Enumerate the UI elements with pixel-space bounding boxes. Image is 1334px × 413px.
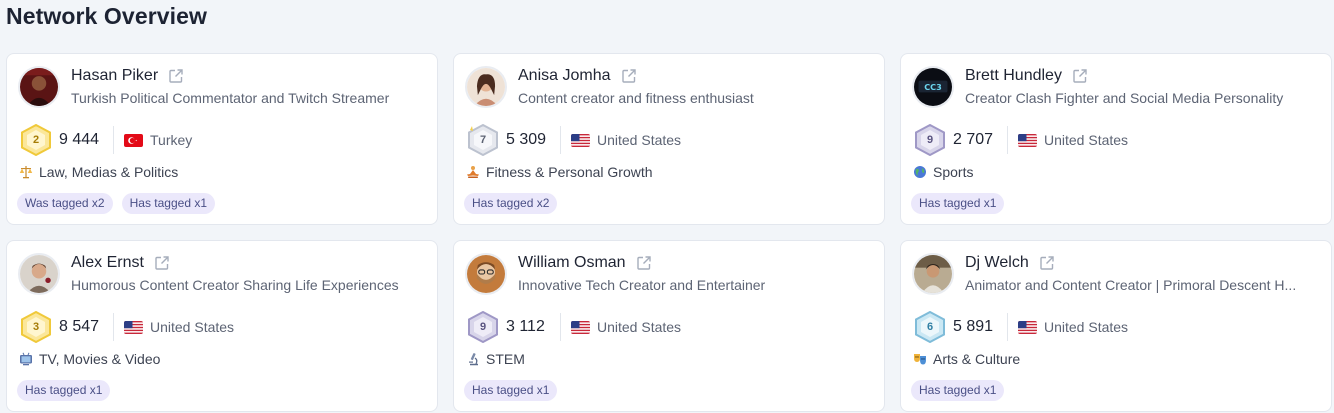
creator-description: Humorous Content Creator Sharing Life Ex… [71, 277, 399, 293]
creator-card[interactable]: William Osman Innovative Tech Creator an… [453, 240, 885, 412]
creator-name[interactable]: Hasan Piker [71, 67, 158, 85]
tag-chip: Has tagged x1 [911, 380, 1005, 401]
us-flag-icon [1018, 320, 1037, 334]
divider [113, 126, 114, 154]
creator-card[interactable]: Dj Welch Animator and Content Creator | … [900, 240, 1332, 412]
purple-rank-badge-icon: 9 [466, 311, 500, 343]
theater-masks-icon [913, 352, 927, 366]
tag-chip: Has tagged x1 [17, 380, 111, 401]
creator-description: Creator Clash Fighter and Social Media P… [965, 90, 1284, 106]
creator-name[interactable]: Brett Hundley [965, 67, 1062, 85]
divider [560, 313, 561, 341]
level-number: 9 [926, 134, 934, 146]
creator-name[interactable]: Anisa Jomha [518, 67, 611, 85]
country-name: United States [150, 319, 235, 335]
avatar[interactable] [18, 66, 60, 108]
svg-text:CC3: CC3 [924, 82, 942, 92]
follower-count: 8 547 [59, 318, 100, 335]
follower-count: 5 891 [953, 318, 994, 335]
avatar[interactable]: CC3 [912, 66, 954, 108]
creator-name[interactable]: William Osman [518, 254, 626, 272]
country-name: United States [597, 132, 682, 148]
divider [113, 313, 114, 341]
scales-icon [19, 165, 33, 179]
gold-rank-badge-icon: 2 [19, 124, 53, 156]
external-link-icon[interactable] [154, 255, 170, 271]
follower-count: 3 112 [506, 318, 545, 335]
country-name: United States [1044, 132, 1129, 148]
tag-chip: Has tagged x1 [911, 193, 1005, 214]
creator-description: Innovative Tech Creator and Entertainer [518, 277, 766, 293]
creator-card[interactable]: Hasan Piker Turkish Political Commentato… [6, 53, 438, 225]
category-label: Arts & Culture [933, 351, 1021, 367]
silver-rank-badge-icon: 7 [466, 124, 500, 156]
creator-description: Animator and Content Creator | Primoral … [965, 277, 1297, 293]
external-link-icon[interactable] [1072, 68, 1088, 84]
creator-grid: Hasan Piker Turkish Political Commentato… [6, 53, 1332, 412]
us-flag-icon [1018, 133, 1037, 147]
follower-count: 2 707 [953, 131, 994, 148]
tag-chip: Was tagged x2 [17, 193, 113, 214]
external-link-icon[interactable] [636, 255, 652, 271]
creator-name[interactable]: Alex Ernst [71, 254, 144, 272]
globe-icon [913, 165, 927, 179]
page-title: Network Overview [6, 3, 208, 29]
purple-rank-badge-icon: 9 [913, 124, 947, 156]
gold-rank-badge-icon: 3 [19, 311, 53, 343]
microscope-icon [466, 352, 480, 366]
meditation-icon [466, 165, 480, 179]
external-link-icon[interactable] [1039, 255, 1055, 271]
follower-count: 9 444 [59, 131, 100, 148]
category-label: Sports [933, 164, 974, 180]
category-label: TV, Movies & Video [39, 351, 161, 367]
turkey-flag-icon [124, 133, 143, 147]
blue-rank-badge-icon: 6 [913, 311, 947, 343]
us-flag-icon [571, 133, 590, 147]
creator-card[interactable]: Alex Ernst Humorous Content Creator Shar… [6, 240, 438, 412]
avatar[interactable] [18, 253, 60, 295]
country-name: United States [1044, 319, 1129, 335]
tag-chip: Has tagged x1 [464, 380, 558, 401]
external-link-icon[interactable] [621, 68, 637, 84]
level-number: 2 [32, 134, 40, 146]
avatar[interactable] [465, 253, 507, 295]
divider [1007, 313, 1008, 341]
creator-description: Turkish Political Commentator and Twitch… [71, 90, 390, 106]
level-number: 7 [479, 134, 487, 146]
tag-chip: Has tagged x1 [121, 193, 215, 214]
divider [560, 126, 561, 154]
avatar[interactable] [912, 253, 954, 295]
creator-card[interactable]: Anisa Jomha Content creator and fitness … [453, 53, 885, 225]
category-label: STEM [486, 351, 525, 367]
external-link-icon[interactable] [168, 68, 184, 84]
follower-count: 5 309 [506, 131, 547, 148]
category-label: Law, Medias & Politics [39, 164, 179, 180]
level-number: 9 [479, 321, 487, 333]
country-name: Turkey [150, 132, 193, 148]
us-flag-icon [571, 320, 590, 334]
creator-name[interactable]: Dj Welch [965, 254, 1029, 272]
avatar[interactable] [465, 66, 507, 108]
us-flag-icon [124, 320, 143, 334]
creator-description: Content creator and fitness enthusiast [518, 90, 754, 106]
creator-card[interactable]: CC3 Brett Hundley Creator Clash Fighter … [900, 53, 1332, 225]
level-number: 6 [926, 321, 934, 333]
level-number: 3 [32, 321, 40, 333]
country-name: United States [597, 319, 682, 335]
category-label: Fitness & Personal Growth [486, 164, 653, 180]
television-icon [19, 352, 33, 366]
divider [1007, 126, 1008, 154]
tag-chip: Has tagged x2 [464, 193, 558, 214]
